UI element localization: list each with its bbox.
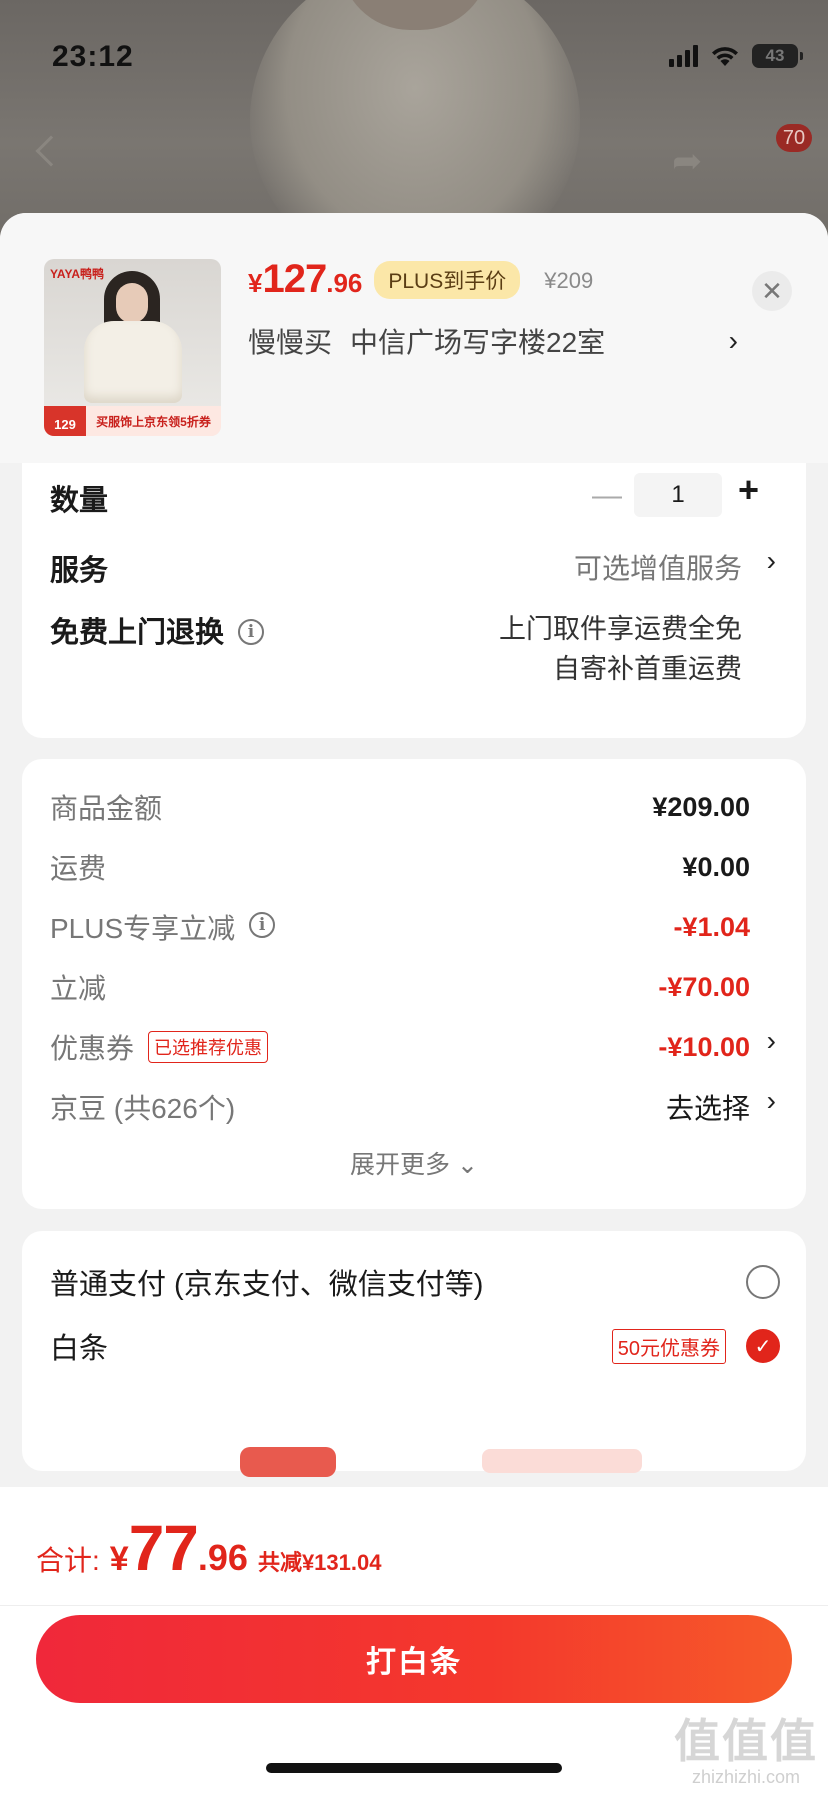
close-button[interactable]: ✕ — [752, 271, 792, 311]
cellular-signal-icon — [669, 45, 698, 67]
fee-label: 京豆 (共626个) — [50, 1093, 236, 1124]
radio-unchecked-icon[interactable] — [746, 1265, 780, 1299]
return-note-line-2: 自寄补首重运费 — [553, 654, 742, 684]
info-icon[interactable]: i — [249, 912, 276, 938]
product-header: YAYA鸭鸭 129 买服饰上京东领5折券 ¥ 127 .96 PLUS到手价 … — [0, 213, 828, 463]
address-user: 慢慢买 — [248, 327, 333, 358]
fee-label: PLUS专享立减 — [50, 913, 236, 944]
watermark-logo: 值值值 — [674, 1715, 818, 1767]
info-icon[interactable]: i — [238, 619, 265, 646]
fee-row-instant-discount: 立减 -¥70.00 — [50, 967, 750, 1007]
free-return-note: 上门取件享运费全免 自寄补首重运费 — [499, 609, 742, 689]
expand-more-button[interactable]: 展开更多 ⌄ — [22, 1145, 806, 1181]
chevron-right-icon[interactable]: › — [767, 1025, 776, 1057]
back-arrow-icon[interactable] — [35, 135, 67, 167]
fee-row-jingdou[interactable]: 京豆 (共626个) 去选择 — [50, 1087, 750, 1127]
payment-option-normal[interactable]: 普通支付 (京东支付、微信支付等) — [50, 1261, 780, 1303]
product-thumbnail[interactable]: YAYA鸭鸭 129 买服饰上京东领5折券 — [44, 259, 221, 436]
service-label: 服务 — [50, 555, 109, 587]
status-icons: 43 — [669, 44, 803, 68]
quantity-increase-button[interactable]: + — [738, 469, 759, 511]
address-detail: 中信广场写字楼22室 — [350, 327, 606, 358]
payment-method-card: 普通支付 (京东支付、微信支付等) 白条 50元优惠券 ✓ — [22, 1231, 806, 1477]
price-row: ¥ 127 .96 PLUS到手价 ¥209 — [248, 257, 593, 303]
price-breakdown-card: 商品金额 ¥209.00 运费 ¥0.00 PLUS专享立减 i -¥1.04 立… — [22, 759, 806, 1209]
address-row[interactable]: 慢慢买 中信广场写字楼22室 › — [248, 321, 738, 361]
plus-price-tag: PLUS到手价 — [374, 261, 521, 299]
price-decimal: .96 — [326, 268, 363, 298]
free-return-text: 免费上门退换 — [50, 617, 225, 649]
fee-row-goods: 商品金额 ¥209.00 — [50, 787, 750, 827]
total-saving: 共减¥131.04 — [257, 1550, 382, 1575]
payment-option-label: 普通支付 (京东支付、微信支付等) — [50, 1269, 484, 1301]
checkout-bar: 合计: ¥ 77 .96 共减¥131.04 打白条 值值值 zhizhizhi… — [0, 1487, 828, 1793]
payment-option-label: 白条 — [50, 1333, 109, 1365]
radio-checked-icon[interactable]: ✓ — [746, 1329, 780, 1363]
price-integer: 127 — [262, 257, 327, 301]
fee-label: 优惠券 — [50, 1033, 135, 1064]
battery-indicator: 43 — [752, 44, 803, 68]
installment-tag — [240, 1447, 336, 1477]
price-currency: ¥ — [248, 268, 263, 298]
free-return-label: 免费上门退换 i — [50, 609, 265, 651]
fee-value: ¥209.00 — [652, 791, 750, 822]
status-time: 23:12 — [52, 40, 134, 73]
quantity-label: 数量 — [50, 485, 109, 517]
fee-value: ¥0.00 — [682, 851, 750, 882]
service-value[interactable]: 可选增值服务 — [574, 547, 742, 587]
thumbnail-promo-strip: 129 买服饰上京东领5折券 — [44, 406, 221, 436]
quantity-decrease-button[interactable]: — — [592, 479, 622, 513]
divider — [0, 1605, 828, 1606]
fee-label: 商品金额 — [50, 793, 163, 824]
fee-label-wrap: 优惠券 已选推荐优惠 — [50, 1027, 658, 1067]
fee-label: 运费 — [50, 853, 107, 884]
coupon-selected-tag: 已选推荐优惠 — [148, 1031, 269, 1063]
options-card: 数量 — 1 + 服务 可选增值服务 › 免费上门退换 i 上门取件享运费全免 自… — [22, 463, 806, 738]
close-icon: ✕ — [761, 275, 783, 306]
thumbnail-model-coat — [84, 321, 182, 403]
fee-value: -¥1.04 — [673, 911, 750, 942]
fee-value: -¥10.00 — [658, 1031, 750, 1062]
return-note-line-1: 上门取件享运费全免 — [499, 614, 742, 644]
thumbnail-brand: YAYA鸭鸭 — [50, 267, 105, 281]
pay-baitiao-button[interactable]: 打白条 — [36, 1615, 792, 1703]
fee-label: 立减 — [50, 973, 107, 1004]
chevron-right-icon[interactable]: › — [767, 545, 776, 577]
payment-option-baitiao[interactable]: 白条 50元优惠券 ✓ — [50, 1325, 780, 1367]
watermark-url: zhizhizhi.com — [691, 1767, 801, 1787]
total-decimal: .96 — [197, 1537, 248, 1578]
cart-count-badge[interactable]: 70 — [776, 124, 812, 152]
thumbnail-promo-text: 买服饰上京东领5折券 — [96, 414, 211, 429]
fee-row-coupon[interactable]: 优惠券 已选推荐优惠 -¥10.00 — [50, 1027, 750, 1067]
quantity-input[interactable]: 1 — [634, 473, 722, 517]
total-integer: 77 — [128, 1512, 199, 1584]
fee-value: 去选择 — [665, 1093, 750, 1124]
chevron-down-icon: ⌄ — [457, 1151, 478, 1179]
expand-more-label: 展开更多 — [350, 1151, 451, 1179]
thumbnail-model-face — [116, 283, 148, 323]
address-text: 慢慢买 中信广场写字楼22室 — [248, 321, 729, 361]
original-price: ¥209 — [544, 268, 594, 293]
total-row: 合计: ¥ 77 .96 共减¥131.04 — [36, 1511, 381, 1585]
share-icon[interactable]: ➦ — [672, 140, 702, 182]
fee-row-plus-discount: PLUS专享立减 i -¥1.04 — [50, 907, 750, 947]
thumbnail-promo-price: 129 — [44, 406, 86, 436]
fee-value: -¥70.00 — [658, 971, 750, 1002]
total-label: 合计: — [36, 1545, 100, 1576]
total-currency: ¥ — [109, 1540, 129, 1578]
home-indicator[interactable] — [266, 1763, 562, 1773]
watermark: 值值值 zhizhizhi.com — [674, 1705, 818, 1788]
wifi-icon — [712, 47, 738, 66]
installment-tag — [482, 1449, 642, 1473]
chevron-right-icon: › — [728, 325, 738, 356]
baitiao-coupon-tag: 50元优惠券 — [611, 1328, 726, 1364]
fee-label-wrap: PLUS专享立减 i — [50, 907, 673, 947]
fee-row-shipping: 运费 ¥0.00 — [50, 847, 750, 887]
chevron-right-icon[interactable]: › — [767, 1085, 776, 1117]
